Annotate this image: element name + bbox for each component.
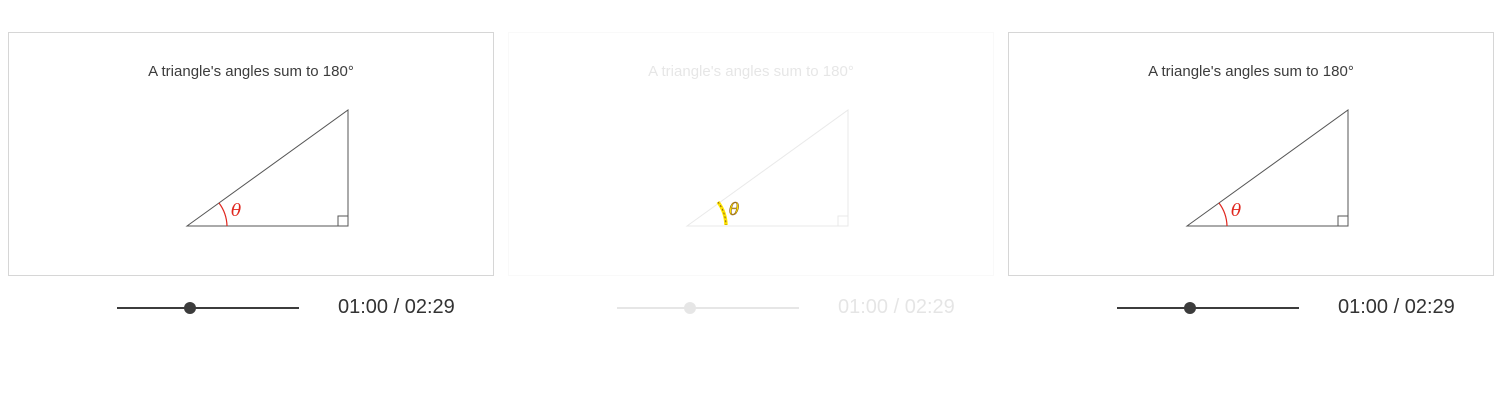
- seek-slider[interactable]: [1117, 301, 1299, 315]
- video-frame[interactable]: A triangle's angles sum to 180° θ: [1008, 32, 1494, 276]
- slider-track[interactable]: [617, 307, 799, 309]
- video-panel-3: A triangle's angles sum to 180° θ 01:00 …: [1008, 32, 1494, 332]
- slider-thumb[interactable]: [683, 302, 696, 314]
- time-display: 01:00 / 02:29: [838, 296, 955, 318]
- angle-arc: [218, 202, 228, 227]
- time-display: 01:00 / 02:29: [338, 296, 455, 318]
- right-triangle: [1185, 109, 1349, 227]
- angle-highlight-overlay: θ: [716, 200, 740, 226]
- right-triangle: [185, 109, 349, 227]
- video-panel-1: A triangle's angles sum to 180° θ 01:00 …: [8, 32, 494, 332]
- seek-slider[interactable]: [617, 301, 799, 315]
- triangle-diagram: θ: [185, 109, 349, 227]
- slider-thumb[interactable]: [183, 302, 196, 314]
- angle-arc: [1218, 202, 1228, 227]
- right-angle-marker-icon: [1337, 215, 1348, 226]
- slider-thumb[interactable]: [1183, 302, 1196, 314]
- theta-label: θ: [1231, 201, 1241, 221]
- slider-track[interactable]: [117, 307, 299, 309]
- time-display: 01:00 / 02:29: [1338, 296, 1455, 318]
- theta-label-highlight: θ: [729, 200, 739, 220]
- slider-track[interactable]: [1117, 307, 1299, 309]
- theta-label: θ: [231, 201, 241, 221]
- seek-slider[interactable]: [117, 301, 299, 315]
- angle-arc-highlight: [716, 200, 728, 226]
- triangle-diagram: θ: [1185, 109, 1349, 227]
- video-frame[interactable]: A triangle's angles sum to 180° θ: [8, 32, 494, 276]
- right-angle-marker-icon: [337, 215, 348, 226]
